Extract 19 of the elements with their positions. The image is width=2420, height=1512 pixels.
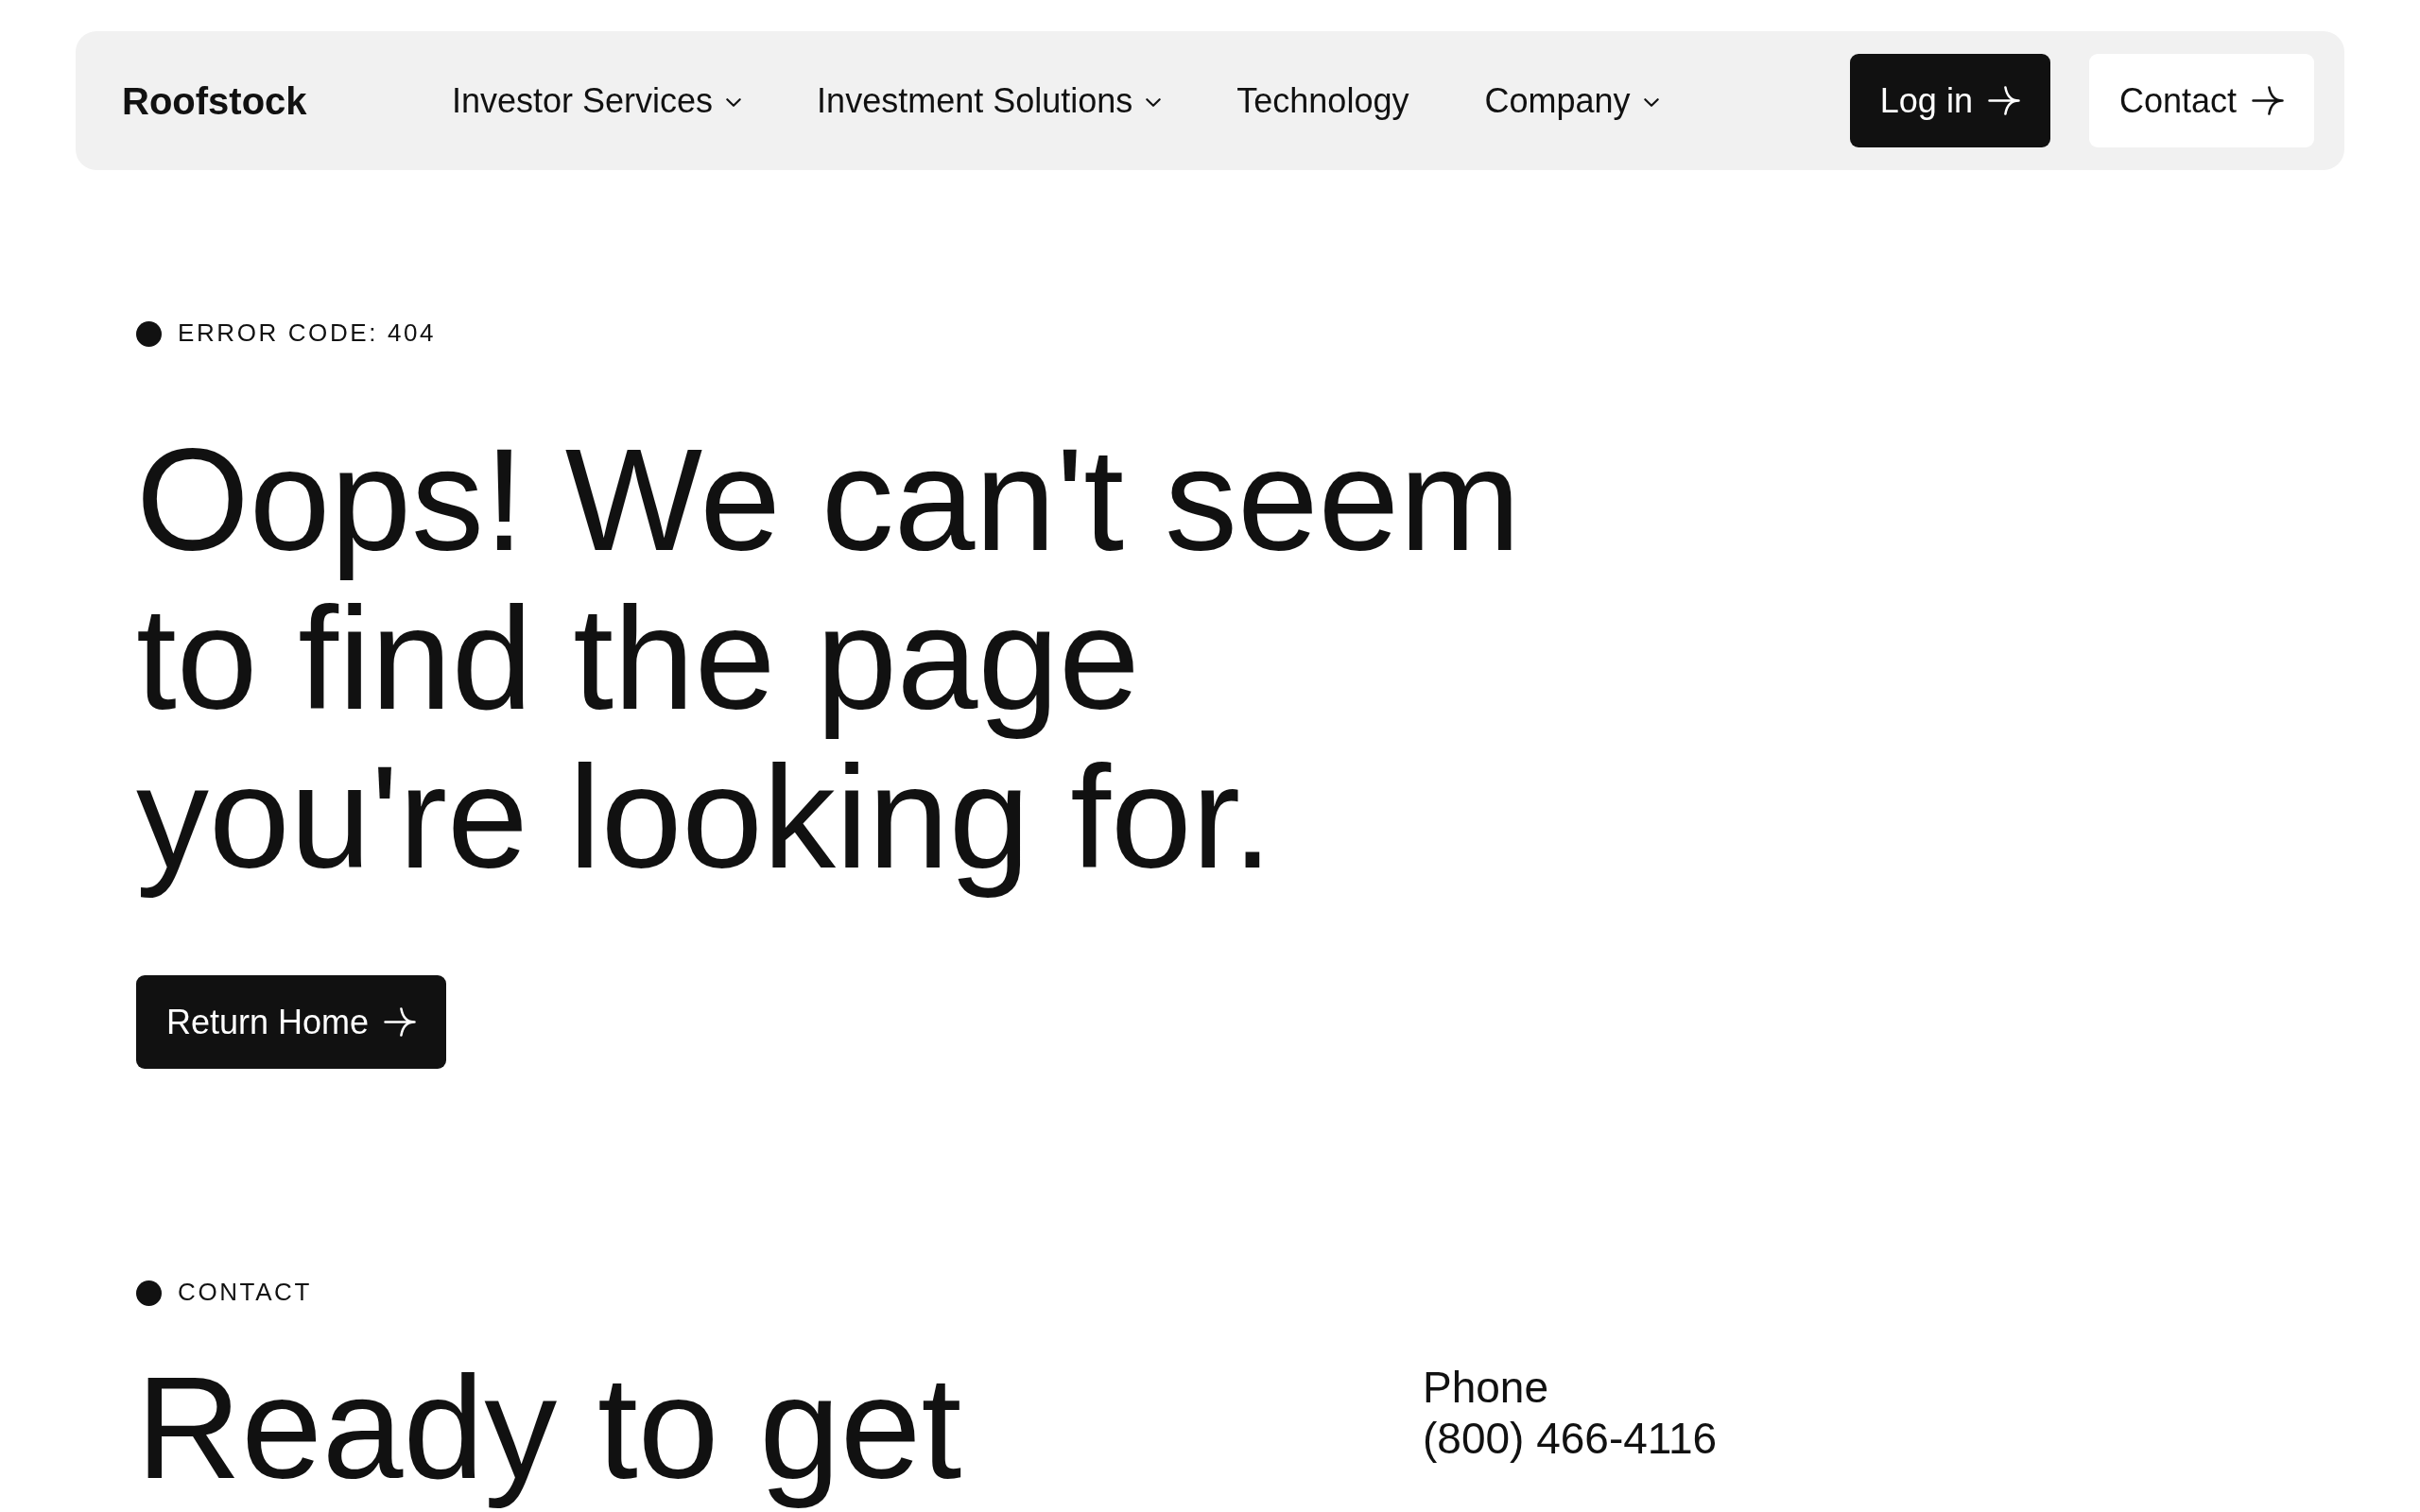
error-code-label: ERROR CODE: 404 — [178, 318, 437, 349]
nav-link[interactable]: Technology — [1236, 79, 1409, 122]
contact-button[interactable]: Contact — [2088, 54, 2314, 147]
section-label: CONTACT — [178, 1278, 312, 1308]
dot-icon — [136, 320, 162, 347]
login-button[interactable]: Log in — [1849, 54, 2050, 147]
nav-link[interactable]: Investor Services — [452, 79, 742, 122]
return-home-button[interactable]: Return Home — [136, 975, 447, 1069]
nav-link[interactable]: Company — [1484, 79, 1659, 122]
logo[interactable]: Roofstock — [122, 79, 307, 122]
error-heading: Oops! We can't seem to find the page you're looking for. — [136, 421, 1522, 901]
phone-label: Phone — [1423, 1362, 1548, 1413]
arrow-right-icon — [1987, 86, 2020, 115]
contact-heading: Ready to get — [136, 1349, 963, 1507]
phone-link[interactable]: (800) 466-4116 — [1423, 1413, 1718, 1464]
dot-icon — [136, 1280, 162, 1306]
nav-link[interactable]: Investment Solutions — [817, 79, 1162, 122]
arrow-right-icon — [384, 1007, 417, 1037]
arrow-right-icon — [2252, 86, 2284, 115]
